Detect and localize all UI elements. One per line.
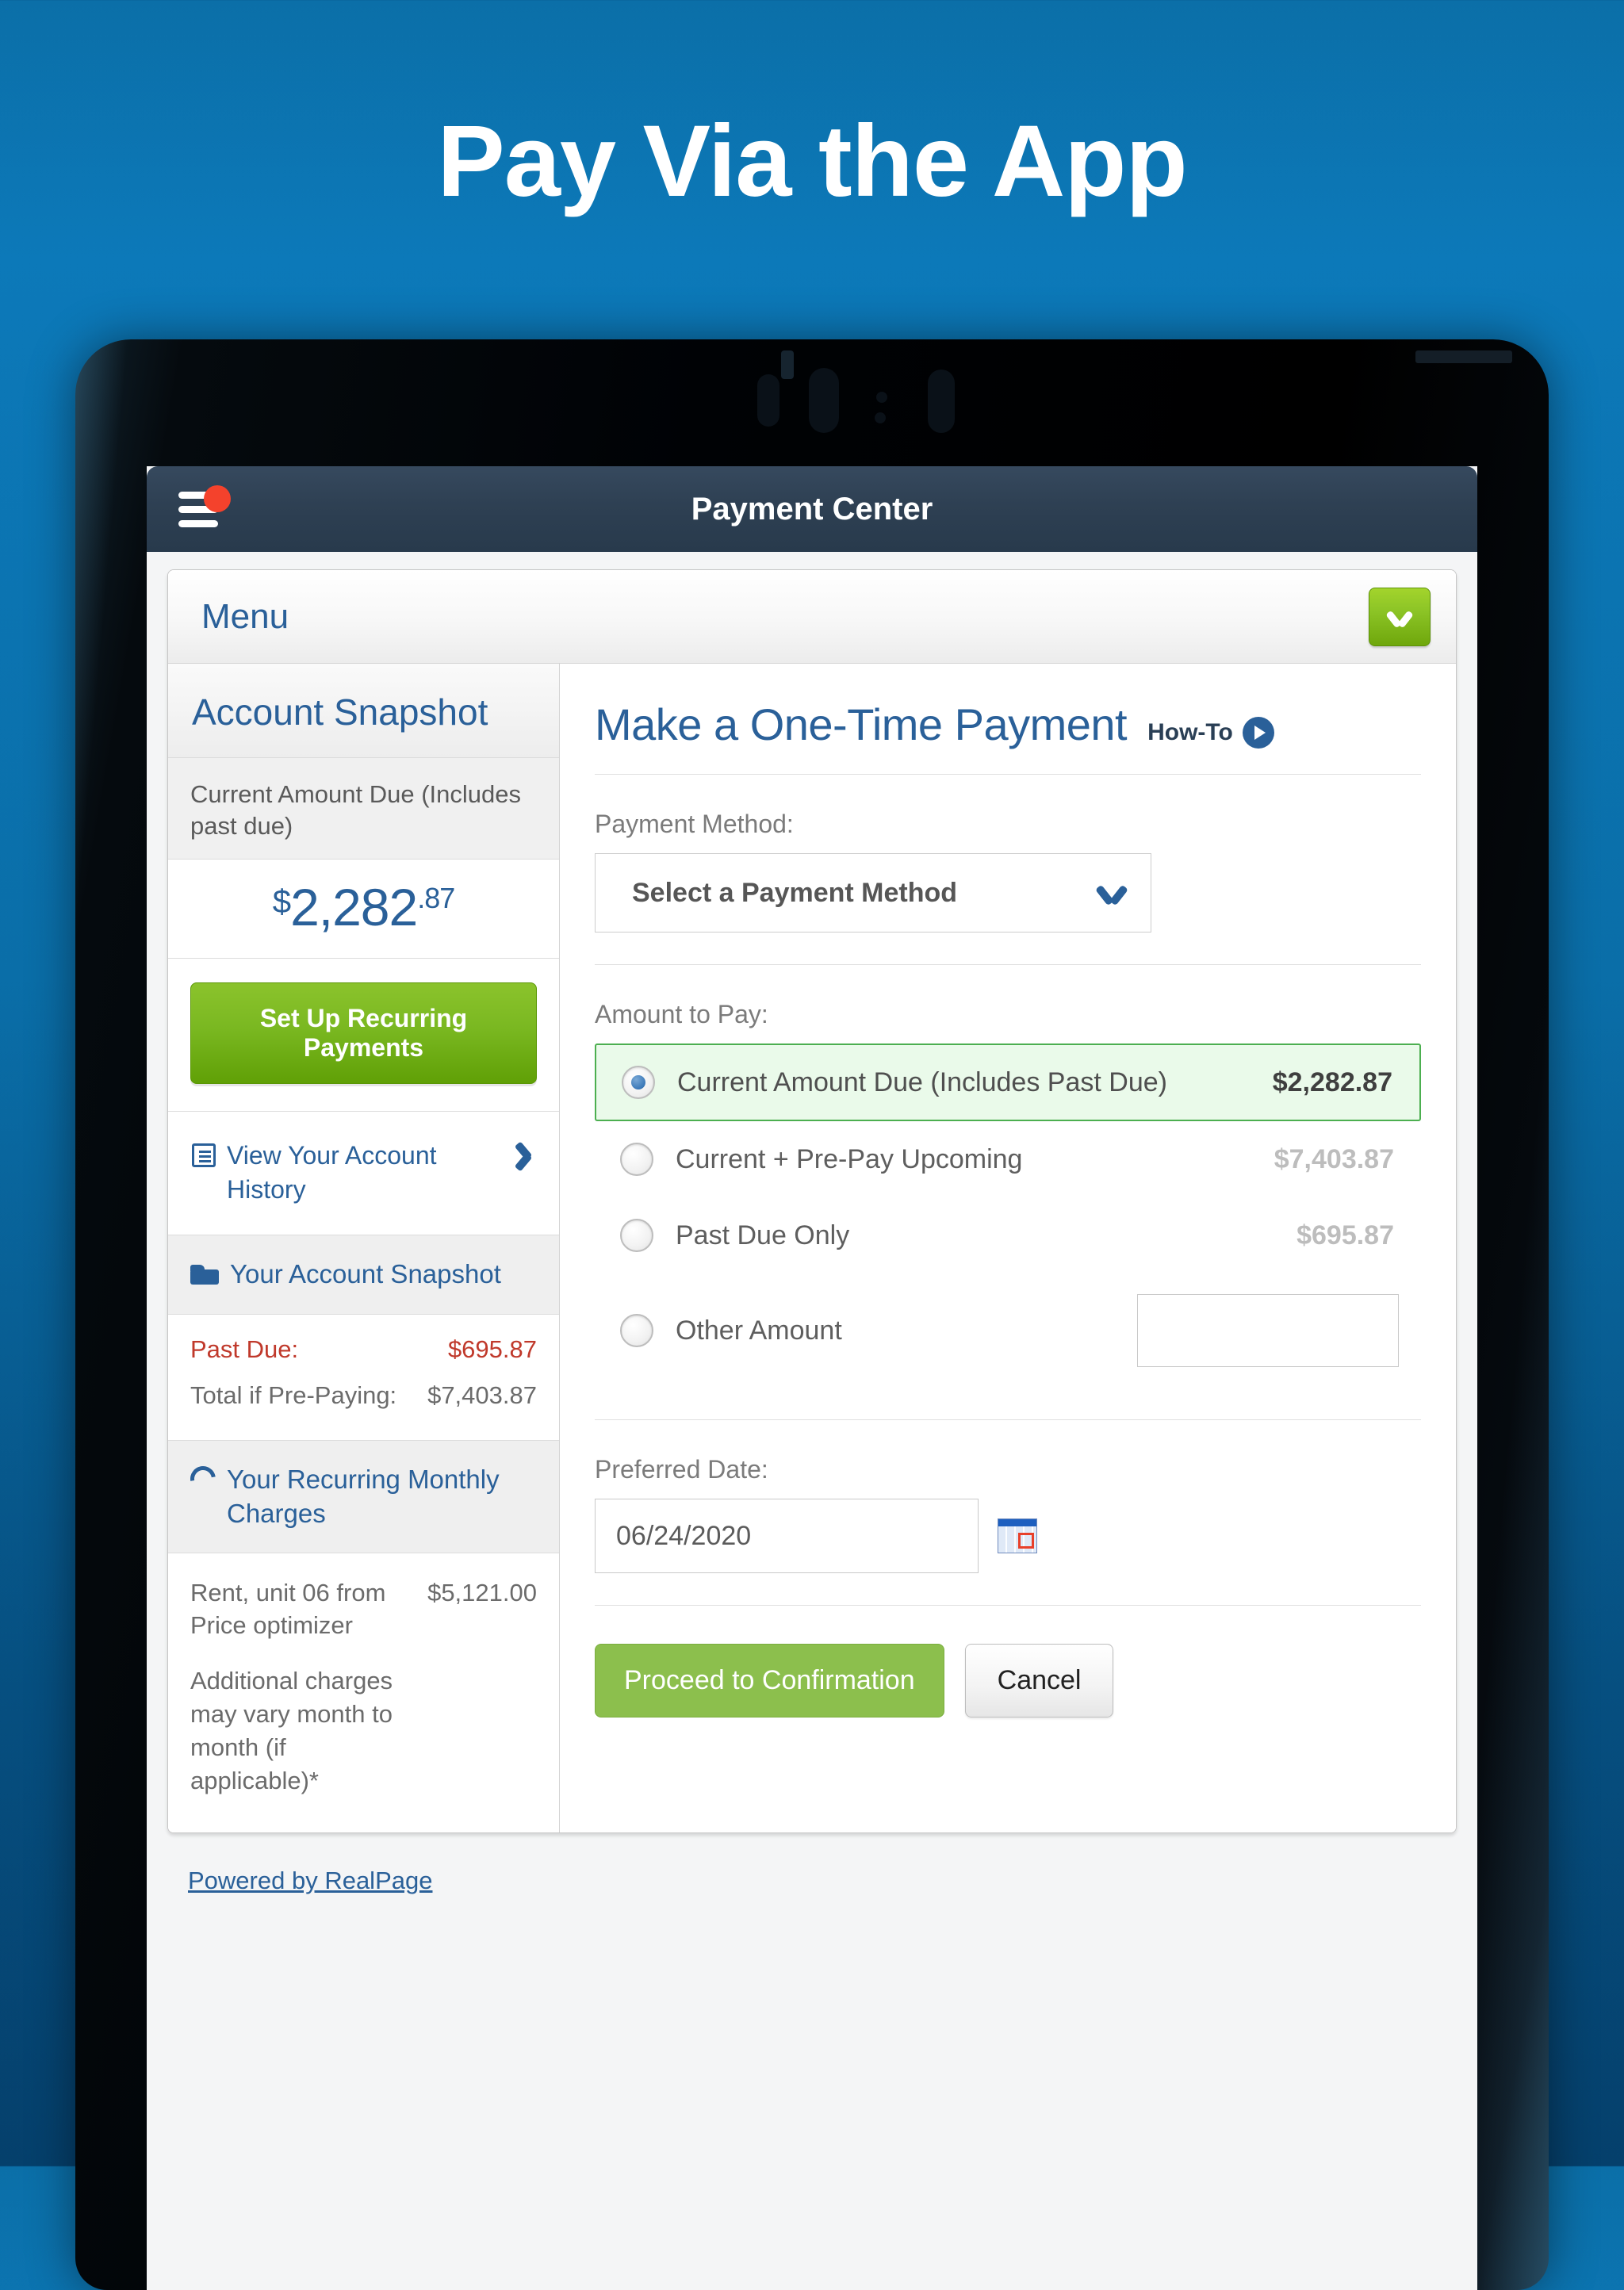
amount-option-label: Current Amount Due (Includes Past Due) [677,1066,1167,1097]
past-due-row: Past Due: $695.87 [190,1335,537,1364]
sensor-mic [928,370,955,433]
recurring-charge-note: Additional charges may vary month to mon… [190,1667,393,1794]
amount-option-label: Current + Pre-Pay Upcoming [676,1143,1023,1174]
footer: Powered by RealPage [167,1833,1457,1895]
preferred-date-row: 06/24/2020 [595,1484,1421,1573]
account-snapshot-values: Past Due: $695.87 Total if Pre-Paying: $… [168,1314,559,1441]
page-body: Menu Account Snapshot Current Amount Due… [147,552,1477,2290]
page-title: Payment Center [691,491,933,527]
hamburger-icon[interactable] [178,485,231,530]
total-prepay-row: Total if Pre-Paying: $7,403.87 [190,1381,537,1410]
radio-icon-selected[interactable] [622,1066,655,1099]
amount-options-list: Current Amount Due (Includes Past Due) $… [595,1044,1421,1388]
payment-form-header: Make a One-Time Payment How-To [595,664,1421,775]
sidebar-header: Account Snapshot [168,664,559,758]
device-sensor-bar [75,350,1549,452]
menu-toggle-button[interactable] [1369,588,1431,646]
account-snapshot-section-header[interactable]: Your Account Snapshot [168,1235,559,1315]
recurring-cta-wrap: Set Up Recurring Payments [168,959,559,1112]
amount-option-prepay[interactable]: Current + Pre-Pay Upcoming $7,403.87 [595,1121,1421,1197]
radio-icon[interactable] [620,1143,653,1176]
amount-option-value: $2,282.87 [1272,1066,1392,1097]
cancel-button[interactable]: Cancel [964,1644,1114,1718]
chevron-down-icon [1388,611,1411,624]
payment-form-title: Make a One-Time Payment [595,699,1128,749]
amount-to-pay-label: Amount to Pay: [595,1000,768,1028]
notification-dot-icon [204,485,231,512]
amount-option-label: Other Amount [676,1315,842,1346]
how-to-label: How-To [1147,719,1233,745]
account-snapshot-section-title: Your Account Snapshot [230,1258,501,1289]
how-to-link[interactable]: How-To [1147,717,1274,749]
app-screen: Payment Center Menu Account Snapshot Cur… [147,466,1477,2290]
sensor-camera [809,368,839,433]
amount-option-value: $695.87 [1297,1220,1394,1250]
current-due-amount-row: $2,282.87 [168,860,559,959]
device-notch [781,350,794,379]
proceed-to-confirmation-button[interactable]: Proceed to Confirmation [595,1644,944,1718]
preferred-date-label: Preferred Date: [595,1455,768,1484]
preferred-date-input[interactable]: 06/24/2020 [595,1499,979,1573]
radio-icon[interactable] [620,1219,653,1252]
chevron-down-icon [1098,885,1125,901]
view-account-history-label: View Your Account History [227,1141,437,1204]
currency-symbol: $ [272,883,291,921]
account-sidebar: Account Snapshot Current Amount Due (Inc… [168,664,560,1832]
amount-to-pay-section: Amount to Pay: Current Amount Due (Inclu… [595,965,1421,1420]
recurring-charges-section-title: Your Recurring Monthly Charges [227,1464,500,1528]
current-due-amount: $2,282.87 [272,877,456,937]
preferred-date-section: Preferred Date: 06/24/2020 [595,1420,1421,1606]
folder-icon [190,1262,219,1285]
recurring-charge-row: Rent, unit 06 from Price optimizer $5,12… [190,1577,537,1642]
powered-by-link[interactable]: Powered by RealPage [188,1867,432,1894]
current-due-label: Current Amount Due (Includes past due) [168,758,559,860]
amount-option-other[interactable]: Other Amount [595,1273,1421,1388]
amount-dollars: 2,282 [290,878,418,937]
sensor-speaker [757,374,779,427]
payment-method-section: Payment Method: Select a Payment Method [595,775,1421,965]
menu-label: Menu [201,596,289,636]
payment-method-label: Payment Method: [595,810,794,838]
amount-option-past-due[interactable]: Past Due Only $695.87 [595,1197,1421,1273]
past-due-value: $695.87 [447,1335,537,1363]
recurring-charges-body: Rent, unit 06 from Price optimizer $5,12… [168,1553,559,1832]
recurring-charge-value: $5,121.00 [427,1579,537,1607]
promo-headline: Pay Via the App [437,105,1187,218]
amount-option-current-due[interactable]: Current Amount Due (Includes Past Due) $… [595,1044,1421,1121]
chevron-right-icon [518,1142,535,1169]
total-prepay-value: $7,403.87 [427,1381,537,1409]
view-account-history-link[interactable]: View Your Account History [168,1112,559,1235]
recurring-charges-section-header[interactable]: Your Recurring Monthly Charges [168,1440,559,1554]
payment-method-value: Select a Payment Method [632,877,958,908]
play-icon [1242,717,1274,749]
sidebar-title: Account Snapshot [192,691,488,733]
set-up-recurring-payments-button[interactable]: Set Up Recurring Payments [190,982,537,1085]
past-due-label: Past Due: [190,1335,299,1363]
sensor-light [876,392,887,403]
form-actions: Proceed to Confirmation Cancel [595,1606,1421,1768]
content-card: Menu Account Snapshot Current Amount Due… [167,569,1457,1833]
list-icon [192,1143,216,1168]
payment-method-select[interactable]: Select a Payment Method [595,853,1151,932]
hamburger-bar [178,520,218,527]
amount-option-value: $7,403.87 [1274,1143,1394,1174]
payment-form-panel: Make a One-Time Payment How-To Payment M… [560,664,1456,1832]
total-prepay-label: Total if Pre-Paying: [190,1381,397,1409]
tablet-device: Payment Center Menu Account Snapshot Cur… [75,339,1549,2290]
recurring-charge-label: Rent, unit 06 from Price optimizer [190,1579,386,1640]
calendar-icon[interactable] [998,1518,1037,1553]
menu-strip[interactable]: Menu [168,570,1456,664]
sensor-proximity [875,412,886,423]
other-amount-input[interactable] [1137,1294,1399,1367]
amount-cents: .87 [417,882,455,915]
radio-icon[interactable] [620,1314,653,1347]
amount-option-label: Past Due Only [676,1220,850,1250]
app-top-bar: Payment Center [147,466,1477,552]
content-columns: Account Snapshot Current Amount Due (Inc… [168,664,1456,1832]
